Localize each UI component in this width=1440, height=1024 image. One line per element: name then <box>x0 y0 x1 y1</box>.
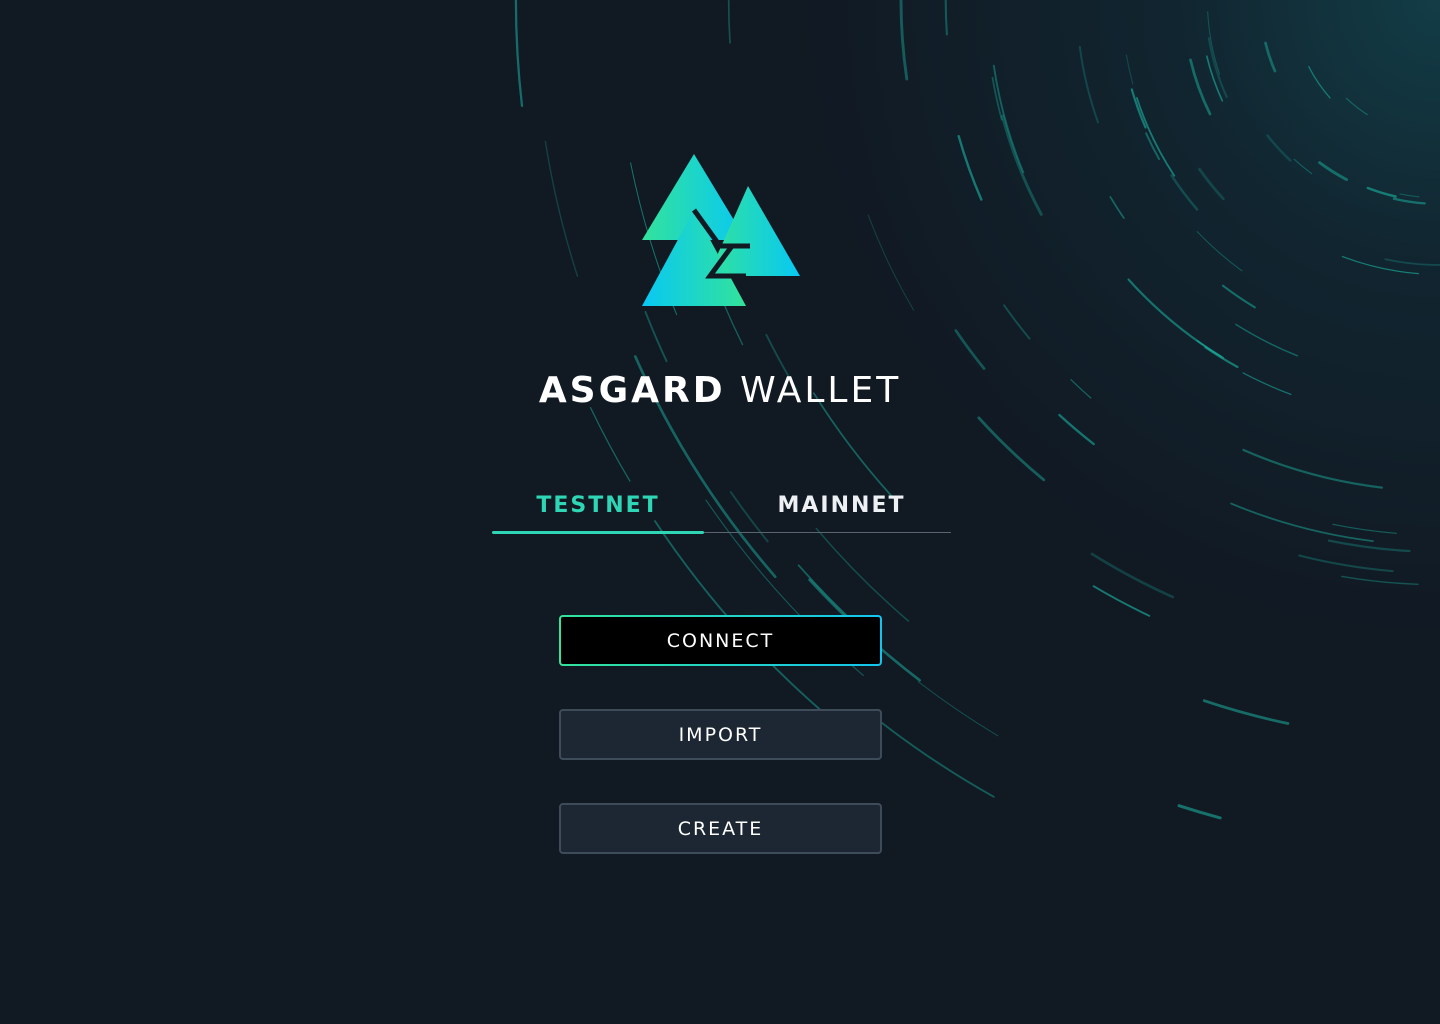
background-arc <box>1127 278 1225 359</box>
background-arc <box>1196 231 1243 272</box>
background-arc <box>1392 197 1426 205</box>
app-title-light: WALLET <box>740 370 902 411</box>
background-arc <box>727 0 731 44</box>
network-tabs: TESTNET MAINNET <box>492 484 951 534</box>
background-arc <box>1308 65 1331 99</box>
background-arc <box>1318 161 1349 182</box>
background-arc <box>1332 523 1397 534</box>
background-arc <box>1242 448 1384 489</box>
background-arc <box>1130 88 1147 129</box>
import-button[interactable]: IMPORT <box>559 709 882 760</box>
welcome-screen: ASGARD WALLET TESTNET MAINNET CONNECT IM… <box>0 0 1440 1024</box>
create-button[interactable]: CREATE <box>559 803 882 854</box>
background-arc <box>871 714 995 798</box>
background-arc <box>1202 699 1290 725</box>
app-title: ASGARD WALLET <box>0 366 1440 416</box>
background-arc <box>1298 554 1394 573</box>
background-arc <box>1003 304 1031 340</box>
background-arc <box>1384 258 1440 266</box>
background-arc <box>1125 54 1134 85</box>
background-arc <box>1230 502 1374 542</box>
background-arc <box>1109 196 1125 219</box>
background-arc <box>899 0 909 81</box>
background-arc <box>1078 45 1099 124</box>
background-arc <box>1264 41 1277 73</box>
background-arc <box>1293 158 1313 175</box>
background-arc <box>1090 552 1175 599</box>
background-arc <box>1170 174 1199 211</box>
background-arc <box>589 406 631 482</box>
active-tab-indicator <box>492 531 704 534</box>
background-arc <box>1266 134 1292 162</box>
app-title-bold: ASGARD <box>538 370 726 411</box>
background-arc <box>1235 323 1299 357</box>
background-arc <box>957 135 983 201</box>
background-arc <box>1189 58 1212 116</box>
background-arc <box>1399 193 1420 198</box>
background-arc <box>1136 97 1176 177</box>
background-arc <box>867 214 915 311</box>
background-arc <box>944 0 948 36</box>
tab-testnet[interactable]: TESTNET <box>492 484 704 530</box>
background-arc <box>1366 186 1397 198</box>
background-arc <box>1092 585 1151 617</box>
background-arc <box>514 0 524 108</box>
background-arc <box>544 140 579 277</box>
background-arc <box>815 527 910 622</box>
background-arc <box>954 329 986 370</box>
background-arc <box>1341 256 1419 275</box>
tab-mainnet[interactable]: MAINNET <box>718 484 965 530</box>
background-arc <box>1198 167 1225 201</box>
background-arc <box>644 310 668 363</box>
connect-button[interactable]: CONNECT <box>559 615 882 666</box>
background-arc <box>1221 284 1256 309</box>
background-arc <box>1177 804 1222 820</box>
background-arc <box>1345 97 1368 116</box>
background-arc <box>1341 575 1419 585</box>
background-arc <box>1327 539 1411 553</box>
background-arc <box>977 416 1046 482</box>
background-arc <box>992 64 1025 174</box>
background-arc <box>1058 413 1095 446</box>
background-arc <box>917 681 999 737</box>
asgard-logo-icon <box>642 154 800 306</box>
